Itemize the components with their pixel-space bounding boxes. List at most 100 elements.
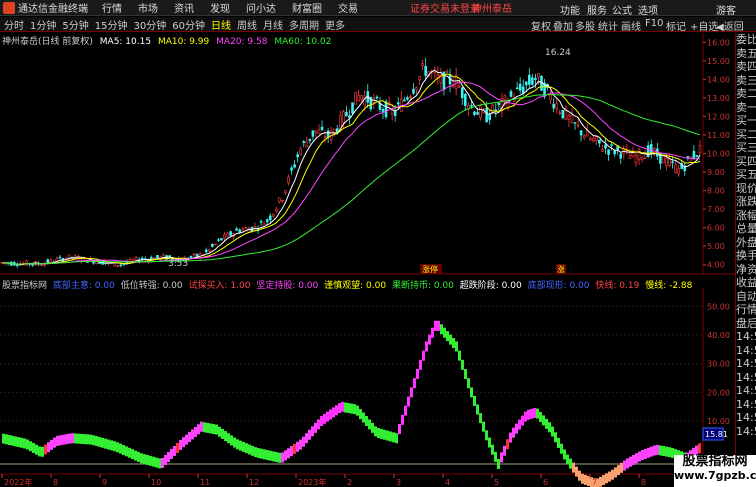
indicator-bar (602, 475, 605, 486)
indicator-bar (47, 442, 50, 453)
indicator-bar (419, 359, 422, 370)
overlay-button[interactable]: 叠加 (553, 18, 573, 33)
y-tick-label: 8.00 (707, 187, 725, 196)
indicator-bar (536, 408, 539, 419)
draw-button[interactable]: 画线 (621, 18, 641, 33)
indicator-bar (347, 403, 350, 414)
candle-body (497, 102, 501, 106)
back-button[interactable]: ◀返回 (716, 18, 744, 33)
indicator-bar (401, 414, 404, 425)
menu-discover[interactable]: 发现 (210, 0, 230, 15)
y-tick-label: 5.00 (707, 242, 725, 251)
menu-quotes[interactable]: 行情 (102, 0, 122, 15)
y-tick-label: 12.00 (707, 112, 730, 121)
indicator-bar (5, 434, 8, 445)
indicator-chart[interactable]: 50.00 40.00 30.00 20.00 10.00 15.81 2022年 8 9 1… (0, 288, 735, 487)
indicator-bar (275, 452, 278, 463)
mark-button[interactable]: 标记 (666, 18, 686, 33)
menu-trade[interactable]: 交易 (338, 0, 358, 15)
indicator-bar (560, 443, 563, 454)
period-weekly[interactable]: 周线 (235, 17, 259, 32)
indicator-bar (662, 446, 665, 457)
period-fenshi[interactable]: 分时 (2, 17, 26, 32)
indicator-bar (32, 442, 35, 453)
indicator-bar (113, 441, 116, 452)
quote-label: 换手 (736, 249, 756, 262)
candle-body (281, 200, 284, 202)
signal-label-2: 涨 (557, 264, 565, 274)
indicator-bar (527, 409, 530, 420)
candle-body (592, 138, 595, 142)
indicator-bar (230, 435, 233, 446)
candle-body (293, 164, 296, 168)
period-30min[interactable]: 30分钟 (131, 17, 168, 32)
candle-body (156, 254, 159, 259)
indicator-bar (311, 426, 314, 437)
add-watchlist-button[interactable]: +自选 (690, 18, 718, 33)
menu-formula[interactable]: 公式 (612, 2, 632, 17)
indicator-bar (176, 442, 179, 453)
indicator-bar (539, 411, 542, 422)
indicator-bar (302, 436, 305, 447)
kline-chart[interactable]: 16.00 15.00 14.00 13.00 12.00 11.00 10.00 9.00 8… (0, 33, 735, 275)
period-multi[interactable]: 多周期 (287, 17, 321, 32)
indicator-bar (467, 378, 470, 389)
indicator-bar (563, 449, 566, 460)
candle-body (351, 102, 354, 114)
candle-body (677, 168, 680, 174)
menu-ask[interactable]: 问小达 (246, 0, 276, 15)
menu-wealth[interactable]: 财富圈 (292, 0, 322, 15)
indicator-bar (281, 452, 284, 463)
candle-body (628, 154, 632, 160)
menu-news[interactable]: 资讯 (174, 0, 194, 15)
menu-market[interactable]: 市场 (138, 0, 158, 15)
indicator-bar (341, 401, 344, 412)
candle-body (49, 259, 53, 263)
indicator-bar (11, 435, 14, 446)
menu-function[interactable]: 功能 (560, 2, 580, 17)
login-warning[interactable]: 证券交易未登录 (410, 0, 480, 15)
indicator-bar (698, 443, 701, 454)
indicator-bar (284, 450, 287, 461)
indicator-bar (104, 438, 107, 449)
quote-label: 14:5 (736, 384, 756, 397)
quote-label: 14:5 (736, 370, 756, 384)
indicator-bar (83, 434, 86, 445)
period-1min[interactable]: 1分钟 (28, 17, 58, 32)
menu-service[interactable]: 服务 (587, 2, 607, 17)
menu-guest[interactable]: 游客 (716, 2, 736, 17)
menu-options[interactable]: 选项 (638, 2, 658, 17)
period-60min[interactable]: 60分钟 (170, 17, 207, 32)
quote-label: 14:5 (736, 343, 756, 357)
quote-label: 总量 (736, 222, 756, 235)
low-price-label: 3.53 (168, 259, 188, 269)
candle-body (204, 249, 208, 253)
quote-label: 卖三 (736, 73, 756, 87)
indicator-bar (482, 421, 485, 432)
indicator-bar (269, 450, 272, 461)
period-daily[interactable]: 日线 (209, 17, 233, 32)
indicator-bar (218, 426, 221, 437)
candle-body (40, 264, 43, 267)
period-15min[interactable]: 15分钟 (93, 17, 130, 32)
candle-body (582, 135, 586, 138)
indicator-bar (272, 451, 275, 462)
indicator-bar (38, 446, 41, 457)
indicator-bar (77, 433, 80, 444)
indicator-bar (470, 387, 473, 398)
adjust-button[interactable]: 复权 (531, 18, 551, 33)
candle-body (403, 99, 406, 102)
stats-button[interactable]: 统计 (598, 18, 618, 33)
quote-label: 14:5 (736, 397, 756, 411)
f10-button[interactable]: F10 (645, 18, 663, 29)
multi-stock-button[interactable]: 多股 (575, 18, 595, 33)
period-5min[interactable]: 5分钟 (60, 17, 90, 32)
candle-body (613, 150, 616, 155)
candle-body (305, 141, 309, 148)
period-more[interactable]: 更多 (323, 17, 347, 32)
indicator-bar (80, 433, 83, 444)
candle-body (320, 126, 324, 130)
period-monthly[interactable]: 月线 (261, 17, 285, 32)
indicator-bar (575, 466, 578, 477)
quote-label: 现价 (736, 181, 756, 195)
